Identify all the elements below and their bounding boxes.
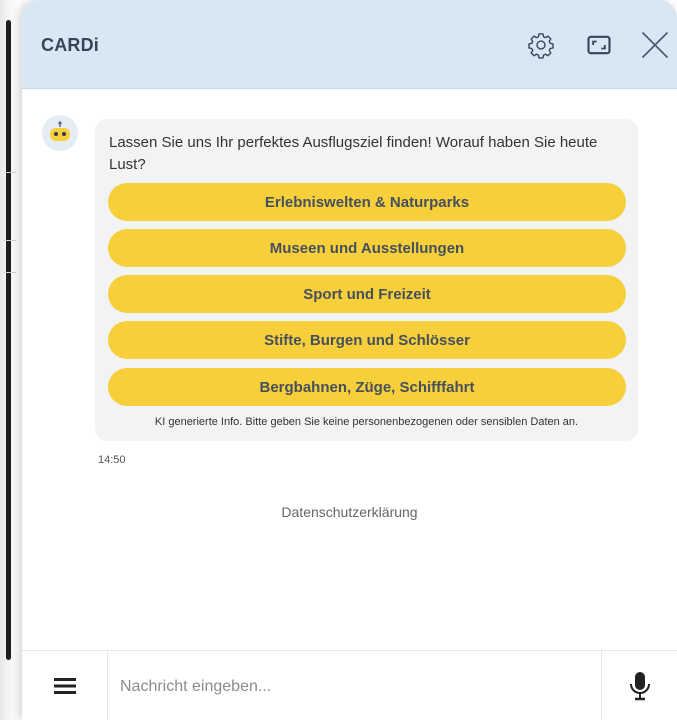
chat-title: CARDi — [41, 35, 99, 55]
bot-message-bubble: Lassen Sie uns Ihr perfektes Ausflugszie… — [95, 119, 638, 441]
option-button-bergbahnen[interactable]: Bergbahnen, Züge, Schifffahrt — [108, 368, 626, 406]
ai-disclaimer: KI generierte Info. Bitte geben Sie kein… — [154, 416, 579, 428]
close-icon — [641, 31, 669, 59]
microphone-icon — [630, 672, 650, 701]
settings-button[interactable] — [524, 28, 558, 62]
option-button-museen[interactable]: Museen und Ausstellungen — [108, 229, 626, 267]
gear-icon — [528, 33, 554, 59]
message-list: Lassen Sie uns Ihr perfektes Ausflugszie… — [22, 89, 677, 649]
hamburger-icon — [53, 678, 76, 694]
bot-avatar — [42, 115, 78, 151]
input-bar — [22, 650, 677, 720]
message-input[interactable] — [118, 669, 592, 705]
page-fragment — [4, 272, 16, 273]
option-button-erlebniswelten[interactable]: Erlebniswelten & Naturparks — [108, 183, 626, 221]
page-fragment — [4, 172, 16, 173]
expand-icon — [587, 35, 611, 55]
chat-header: CARDi — [22, 0, 677, 89]
robot-icon — [50, 121, 70, 141]
background-page-edge — [0, 0, 22, 720]
menu-button[interactable] — [22, 651, 108, 720]
privacy-link[interactable]: Datenschutzerklärung — [22, 504, 677, 520]
option-button-sport[interactable]: Sport und Freizeit — [108, 275, 626, 313]
page-border — [6, 20, 11, 660]
chat-widget: CARDi Lassen Sie uns Ihr perfektes Ausfl… — [22, 0, 677, 720]
microphone-button[interactable] — [601, 651, 677, 720]
message-timestamp: 14:50 — [98, 454, 126, 466]
expand-button[interactable] — [582, 28, 616, 62]
page-fragment — [4, 240, 16, 241]
bot-message-text: Lassen Sie uns Ihr perfektes Ausflugszie… — [109, 134, 598, 173]
close-button[interactable] — [638, 28, 672, 62]
option-button-stifte[interactable]: Stifte, Burgen und Schlösser — [108, 321, 626, 359]
